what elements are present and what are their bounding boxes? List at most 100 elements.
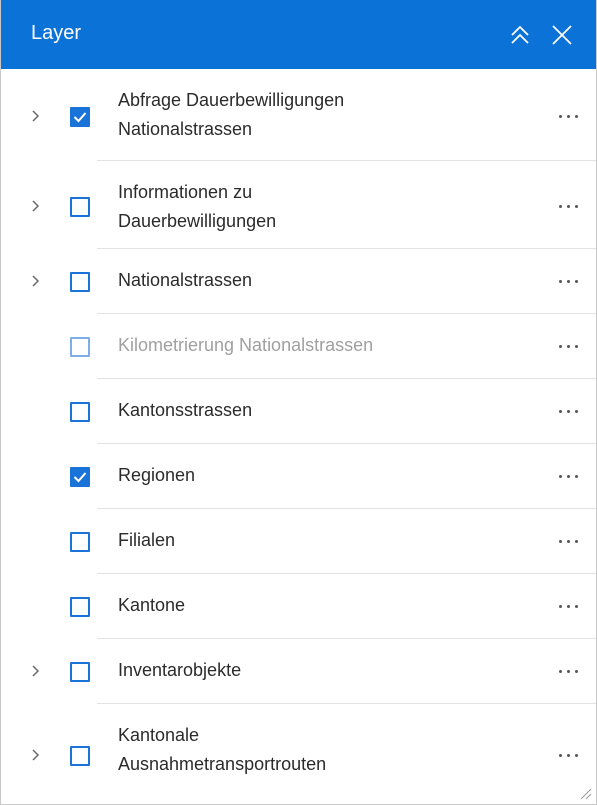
more-options-button[interactable] (557, 112, 583, 122)
layer-label-line: Nationalstrassen (118, 270, 253, 290)
layer-visibility-checkbox[interactable] (70, 402, 90, 422)
more-dot (559, 670, 562, 673)
layer-label-line: Kantonsstrassen (118, 400, 253, 420)
more-dot (567, 605, 570, 608)
more-dot (559, 205, 562, 208)
expand-toggle[interactable] (29, 746, 43, 764)
close-icon (552, 25, 572, 45)
check-icon (73, 472, 87, 483)
layer-label: Kilometrierung Nationalstrassen (118, 331, 518, 360)
more-options-button[interactable] (557, 472, 583, 482)
more-dot (575, 540, 578, 543)
expand-toggle[interactable] (29, 662, 43, 680)
more-dot (567, 540, 570, 543)
layer-visibility-checkbox[interactable] (70, 532, 90, 552)
layer-label-line: Informationen zu (118, 182, 253, 202)
expand-toggle[interactable] (29, 107, 43, 125)
layer-visibility-checkbox[interactable] (70, 272, 90, 292)
layer-label: Filialen (118, 526, 518, 555)
layer-label: Kantonale Ausnahmetransportrouten (118, 721, 518, 779)
layer-label: Informationen zu Dauerbewilligungen (118, 178, 518, 236)
layer-label: Nationalstrassen (118, 266, 518, 295)
more-dot (567, 345, 570, 348)
more-dot (575, 115, 578, 118)
more-dot (559, 605, 562, 608)
more-dot (567, 410, 570, 413)
more-options-button[interactable] (557, 202, 583, 212)
chevron-right-icon (32, 110, 40, 122)
more-options-button[interactable] (557, 342, 583, 352)
layer-visibility-checkbox[interactable] (70, 337, 90, 357)
more-dot (567, 115, 570, 118)
layer-row: Inventarobjekte (1, 639, 596, 704)
expand-toggle[interactable] (29, 272, 43, 290)
panel-title: Layer (31, 22, 82, 44)
more-dot (559, 115, 562, 118)
layer-label-line: Ausnahmetransportrouten (118, 754, 327, 774)
layer-label-line: Abfrage Dauerbewilligungen (118, 90, 345, 110)
layer-label-line: Filialen (118, 530, 176, 550)
more-dot (575, 605, 578, 608)
more-dot (575, 410, 578, 413)
chevron-right-icon (32, 275, 40, 287)
layer-label: Abfrage Dauerbewilligungen Nationalstrass… (118, 86, 518, 144)
more-options-button[interactable] (557, 602, 583, 612)
layer-visibility-checkbox[interactable] (70, 467, 90, 487)
layer-label-line: Inventarobjekte (118, 660, 242, 680)
layer-label-line: Kantone (118, 595, 186, 615)
more-dot (559, 540, 562, 543)
layer-visibility-checkbox[interactable] (70, 746, 90, 766)
more-dot (567, 280, 570, 283)
layer-label: Kantonsstrassen (118, 396, 518, 425)
more-options-button[interactable] (557, 407, 583, 417)
check-icon (73, 112, 87, 123)
more-dot (567, 205, 570, 208)
more-dot (559, 475, 562, 478)
layer-visibility-checkbox[interactable] (70, 662, 90, 682)
collapse-button[interactable] (507, 22, 533, 48)
double-chevron-up-icon (511, 25, 529, 44)
more-options-button[interactable] (557, 277, 583, 287)
chevron-right-icon (32, 749, 40, 761)
layer-row: Kantonsstrassen (1, 379, 596, 444)
layer-row: Kantonale Ausnahmetransportrouten (1, 704, 596, 804)
layer-panel: Layer Abfrage Dauerbewilligungen National… (0, 0, 597, 805)
more-dot (559, 410, 562, 413)
panel-header: Layer (1, 0, 596, 69)
layer-row: Kilometrierung Nationalstrassen (1, 314, 596, 379)
more-dot (575, 754, 578, 757)
layer-visibility-checkbox[interactable] (70, 197, 90, 217)
more-dot (567, 754, 570, 757)
chevron-right-icon (32, 665, 40, 677)
more-dot (575, 345, 578, 348)
layer-row: Filialen (1, 509, 596, 574)
more-dot (567, 475, 570, 478)
more-dot (567, 670, 570, 673)
more-dot (575, 280, 578, 283)
layer-label-line: Dauerbewilligungen (118, 211, 277, 231)
layer-visibility-checkbox[interactable] (70, 107, 90, 127)
layer-label-line: Kantonale (118, 725, 200, 745)
more-dot (559, 345, 562, 348)
layer-label-line: Nationalstrassen (118, 119, 253, 139)
layer-row: Kantone (1, 574, 596, 639)
layer-row: Nationalstrassen (1, 249, 596, 314)
close-button[interactable] (549, 22, 575, 48)
chevron-right-icon (32, 200, 40, 212)
layer-row: Informationen zu Dauerbewilligungen (1, 161, 596, 249)
expand-toggle[interactable] (29, 197, 43, 215)
layer-label: Inventarobjekte (118, 656, 518, 685)
layer-visibility-checkbox[interactable] (70, 597, 90, 617)
layer-label-line: Regionen (118, 465, 196, 485)
more-dot (575, 670, 578, 673)
layer-label-line: Kilometrierung Nationalstrassen (118, 335, 374, 355)
more-options-button[interactable] (557, 667, 583, 677)
more-dot (559, 754, 562, 757)
more-dot (575, 205, 578, 208)
layer-label: Kantone (118, 591, 518, 620)
resize-grip-icon[interactable] (578, 786, 592, 800)
more-options-button[interactable] (557, 537, 583, 547)
layer-row: Abfrage Dauerbewilligungen Nationalstrass… (1, 69, 596, 161)
more-options-button[interactable] (557, 751, 583, 761)
layer-row: Regionen (1, 444, 596, 509)
